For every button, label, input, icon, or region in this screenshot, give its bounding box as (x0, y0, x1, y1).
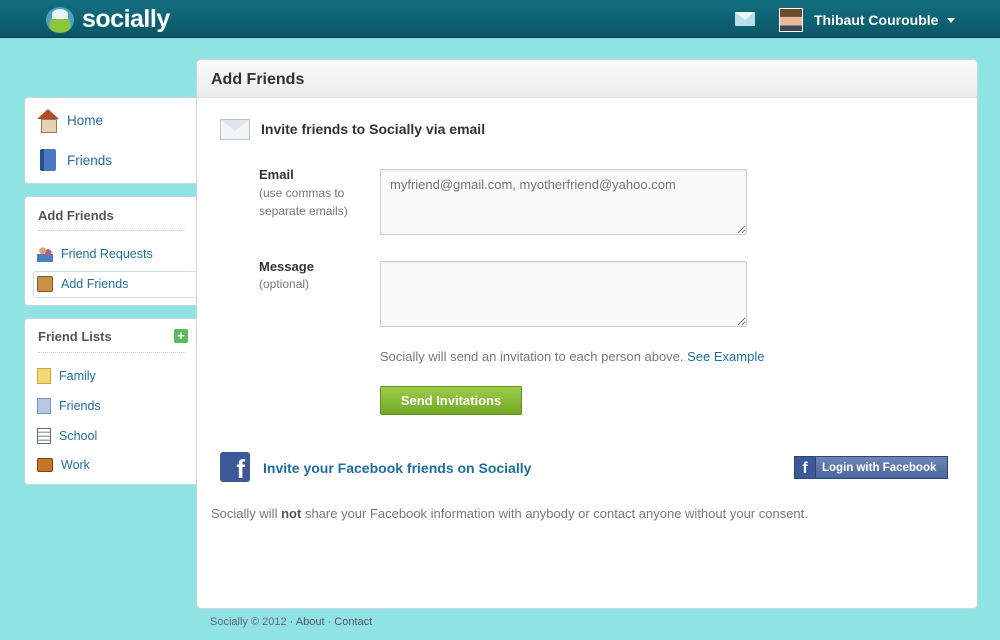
sidebar-item-label: Friend Requests (61, 247, 153, 261)
logo[interactable]: socially (46, 5, 170, 34)
user-menu[interactable]: Thibaut Courouble (779, 8, 956, 32)
sidebar-item-label: Add Friends (61, 277, 129, 291)
privacy-note: Socially will not share your Facebook in… (211, 506, 808, 521)
message-hint: (optional) (259, 277, 310, 291)
footer-contact-link[interactable]: Contact (334, 616, 372, 628)
sidebar-primary-nav: Home Friends (24, 97, 198, 184)
sidebar-item-friend-requests[interactable]: Friend Requests (37, 246, 153, 262)
sidebar-friend-lists-panel: Friend Lists + Family Friends School Wor… (24, 318, 198, 485)
invitation-note: Socially will send an invitation to each… (380, 349, 764, 364)
folder-icon (37, 368, 51, 384)
add-friends-card: Add Friends Invite friends to Socially v… (196, 59, 978, 609)
divider (38, 230, 186, 231)
email-hint: (use commas to separate emails) (259, 186, 348, 218)
sidebar-item-label: Work (61, 458, 90, 472)
message-field[interactable] (380, 261, 747, 327)
sidebar-item-family[interactable]: Family (37, 368, 96, 384)
user-name: Thibaut Courouble (814, 12, 939, 28)
facebook-section-title: Invite your Facebook friends on Socially (263, 460, 532, 476)
contact-book-icon (37, 276, 53, 292)
sidebar-item-home[interactable]: Home (37, 109, 104, 133)
footer-copyright: Socially © 2012 (210, 616, 287, 628)
folder-icon (37, 398, 51, 414)
sidebar-item-label: Friends (59, 399, 101, 413)
envelope-icon (220, 119, 250, 140)
card-header: Add Friends (197, 60, 977, 98)
facebook-icon: f (220, 452, 250, 484)
sidebar-item-label: Family (59, 369, 96, 383)
sidebar-add-friends-panel: Add Friends Friend Requests Add Friends (24, 196, 200, 306)
divider (38, 352, 186, 353)
privacy-before: Socially will (211, 506, 278, 521)
footer: Socially © 2012 · About · Contact (210, 616, 373, 628)
facebook-small-icon: f (795, 457, 816, 478)
logo-icon (46, 6, 74, 33)
top-bar: socially Thibaut Courouble (0, 0, 1000, 38)
privacy-after: share your Facebook information with any… (304, 506, 808, 521)
add-list-icon[interactable]: + (174, 329, 188, 343)
see-example-link[interactable]: See Example (687, 349, 764, 364)
sidebar-item-friends[interactable]: Friends (37, 149, 112, 171)
privacy-bold: not (281, 506, 302, 521)
sidebar-item-work[interactable]: Work (37, 458, 90, 472)
sidebar-item-friends-list[interactable]: Friends (37, 398, 101, 414)
page-title: Add Friends (211, 71, 305, 88)
note-text: Socially will send an invitation to each… (380, 349, 684, 364)
message-label: Message (259, 259, 314, 274)
people-icon (37, 246, 53, 262)
logo-text: socially (82, 5, 170, 33)
send-invitations-button[interactable]: Send Invitations (380, 386, 522, 415)
sidebar-item-school[interactable]: School (37, 428, 97, 444)
login-label: Login with Facebook (822, 461, 937, 474)
footer-about-link[interactable]: About (296, 616, 325, 628)
home-icon (37, 109, 59, 133)
email-section-title: Invite friends to Socially via email (261, 121, 486, 137)
sidebar-item-label: School (59, 429, 98, 443)
sidebar-item-label: Friends (67, 152, 113, 168)
sidebar-item-add-friends[interactable]: Add Friends (37, 276, 128, 292)
login-with-facebook-button[interactable]: f Login with Facebook (794, 456, 948, 479)
email-field[interactable] (380, 169, 747, 235)
mail-icon[interactable] (735, 12, 755, 26)
email-label: Email (259, 167, 294, 182)
sidebar-item-label: Home (67, 112, 104, 128)
panel-title: Friend Lists (38, 329, 112, 344)
briefcase-icon (37, 458, 53, 472)
notebook-icon (37, 428, 51, 444)
address-book-icon (40, 149, 56, 171)
panel-title: Add Friends (38, 208, 114, 223)
avatar (779, 8, 803, 32)
chevron-down-icon (947, 17, 956, 23)
